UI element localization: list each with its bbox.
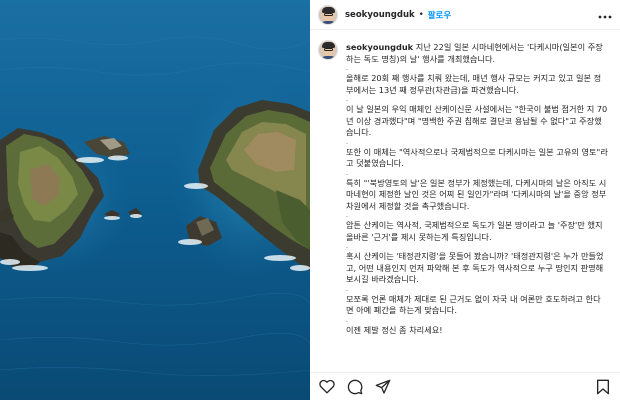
caption-paragraph: 올해로 20회 째 행사를 치뤄 왔는데, 매년 행사 규모는 커지고 있고 일… [346, 73, 602, 95]
caption-paragraph: 이 날 일본의 우익 매체인 산케이신문 사설에서는 "한국이 불법 점거한 지… [346, 104, 608, 137]
caption-gap: . [346, 138, 348, 146]
post-username[interactable]: seokyoungduk [345, 10, 415, 20]
caption-paragraph: 또한 이 매체는 "역사적으로나 국제법적으로 다케시마는 일본 고유의 영토"… [346, 146, 608, 169]
bookmark-icon[interactable] [594, 378, 612, 396]
post-caption: seokyoungduk 지난 22일 일본 시마네현에서는 '다케시마(일본이… [346, 42, 608, 336]
caption-paragraph: 암튼 산케이는 역사적, 국제법적으로 독도가 일본 땅이라고 늘 '주장'만 … [346, 220, 603, 242]
caption-gap: . [346, 212, 348, 219]
caption-area: seokyoungduk 지난 22일 일본 시마네현에서는 '다케시마(일본이… [310, 38, 620, 368]
caption-username[interactable]: seokyoungduk [346, 42, 413, 52]
island-photo [0, 0, 310, 400]
caption-gap: . [346, 65, 348, 72]
caption-gap: . [346, 169, 348, 177]
caption-gap: . [346, 243, 348, 250]
post-detail-panel: seokyoungduk • 팔로우 seokyoungduk 지난 22일 일… [310, 0, 620, 400]
follow-button[interactable]: 팔로우 [428, 9, 451, 21]
action-bar [310, 372, 620, 400]
caption-avatar[interactable] [318, 40, 338, 60]
caption-gap: . [346, 96, 348, 103]
comment-icon[interactable] [346, 378, 364, 396]
caption-paragraph: 특히 "'북방영토의 날'은 일본 정부가 제정했는데, 다케시마의 날은 아직… [346, 177, 607, 211]
avatar[interactable] [318, 4, 338, 25]
send-icon[interactable] [374, 378, 392, 396]
post-image[interactable] [0, 0, 310, 400]
post-header: seokyoungduk • 팔로우 [310, 0, 620, 30]
caption-paragraph: 혹시 산케이는 '태정관지령'을 못들어 봤습니까? '태정관지령'은 누가 만… [346, 251, 604, 284]
caption-gap: . [346, 316, 348, 324]
separator-dot: • [418, 9, 424, 20]
caption-paragraph: 이젠 제발 정신 좀 차리세요! [346, 324, 443, 335]
caption-paragraph: 모쪼록 언론 매체가 제대로 된 근거도 없이 자국 내 여론만 호도하려고 한… [346, 293, 601, 316]
caption-gap: . [346, 285, 348, 293]
caption-paragraph: seokyoungduk 지난 22일 일본 시마네현에서는 '다케시마(일본이… [346, 42, 603, 64]
heart-icon[interactable] [318, 378, 336, 396]
more-horizontal-icon[interactable] [598, 11, 612, 19]
